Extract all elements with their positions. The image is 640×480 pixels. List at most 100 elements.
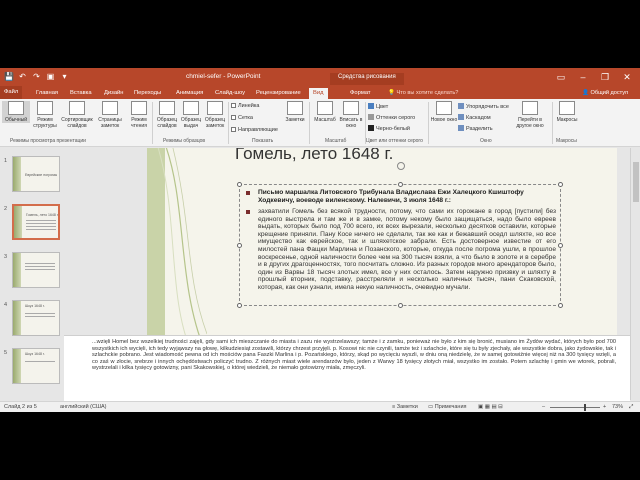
minimize-button[interactable]: – [572,68,594,86]
view-reading-button[interactable]: Режим чтения [125,101,153,129]
tell-me-search[interactable]: 💡 Что вы хотите сделать? [388,88,458,99]
tab-home[interactable]: Главная [36,88,58,99]
thumb-title: Шкуз 1648 г. [25,352,45,356]
slide-thumbnail-2[interactable]: Гомель, лето 1648 г. [12,204,60,240]
resize-handle[interactable] [398,182,403,187]
redo-icon[interactable]: ↷ [32,72,41,81]
undo-icon[interactable]: ↶ [18,72,27,81]
guides-checkbox[interactable]: Направляющие [231,127,278,133]
ruler-checkbox[interactable]: Линейка [231,103,259,109]
switch-windows-button[interactable]: Перейти в другое окно [510,101,550,129]
view-normal-button[interactable]: Обычный [2,101,30,123]
start-slideshow-icon[interactable]: ▣ [46,72,55,81]
slide-heading-text[interactable]: Письмо маршалка Литовского Трибунала Вла… [258,189,554,205]
notes-page-icon [102,101,118,115]
guides-label: Направляющие [238,127,278,133]
slide-thumbnail-5[interactable]: Шкуз 1648 г. [12,348,60,384]
slide-thumbnail-4[interactable]: Шкуз 1648 г. [12,300,60,336]
resize-handle[interactable] [558,182,563,187]
current-slide[interactable]: Гомель, лето 1648 г. Письмо маршалка Лит… [147,148,617,351]
tab-animations[interactable]: Анимация [176,88,203,99]
thumb-decoration [13,157,21,191]
fit-to-window-button[interactable]: Вписать в окно [337,101,365,129]
split-button[interactable]: Разделить [458,125,493,132]
zoom-slider[interactable] [550,404,600,411]
resize-handle[interactable] [558,303,563,308]
thumb-text-line [25,263,55,264]
resize-handle[interactable] [237,243,242,248]
tab-slideshow[interactable]: Слайд-шоу [215,88,245,99]
tab-view[interactable]: Вид [309,88,328,99]
black-white-button[interactable]: Черно-белый [368,125,410,132]
resize-handle[interactable] [558,243,563,248]
macros-button[interactable]: Макросы [553,101,581,123]
bullet-icon [246,210,250,214]
notes-master-button[interactable]: Образец заметок [201,101,229,129]
save-icon[interactable]: 💾 [4,72,14,81]
view-reading-label: Режим чтения [131,117,147,129]
arrange-all-label: Упорядочить все [466,104,509,110]
scrollbar-thumb[interactable] [633,162,639,202]
close-button[interactable]: ✕ [616,68,638,86]
vertical-scrollbar[interactable] [630,148,640,400]
zoom-icon [317,101,333,115]
gridlines-label: Сетка [238,115,253,121]
zoom-slider-knob[interactable] [584,404,586,411]
ribbon-display-options-icon[interactable]: ▭ [550,68,572,86]
switch-windows-label: Перейти в другое окно [516,117,544,129]
view-notes-page-button[interactable]: Страницы заметок [96,101,124,129]
arrange-all-button[interactable]: Упорядочить все [458,103,509,110]
text-placeholder[interactable]: Письмо маршалка Литовского Трибунала Вла… [237,182,563,308]
resize-handle[interactable] [398,303,403,308]
ruler-label: Линейка [238,103,260,109]
slide-title[interactable]: Гомель, лето 1648 г. [235,148,393,164]
share-button[interactable]: 👤 Общий доступ [582,88,628,99]
status-comments-button[interactable]: ▭ Примечания [428,404,467,410]
grayscale-button[interactable]: Оттенки серого [368,114,415,121]
tab-file[interactable]: Файл [0,86,23,99]
zoom-button[interactable]: Масштаб [311,101,339,123]
view-outline-label: Режим структуры [33,117,57,129]
thumb-decoration [13,301,21,335]
notes-master-icon [207,101,223,115]
resize-handle[interactable] [237,303,242,308]
zoom-level[interactable]: 73% [612,404,623,410]
view-switch-icons[interactable]: ▣ ▦ ▤ ⊟ [478,404,503,410]
fit-slide-icon[interactable]: ⤢ [629,404,633,411]
group-label-show: Показать [252,138,274,144]
resize-handle[interactable] [237,182,242,187]
tab-insert[interactable]: Вставка [70,88,92,99]
macros-label: Макросы [556,117,578,123]
slide-sorter-icon [69,101,85,115]
color-label: Цвет [376,104,389,110]
gridlines-checkbox[interactable]: Сетка [231,115,253,121]
thumb-number: 3 [4,254,8,260]
tab-transitions[interactable]: Переходы [134,88,161,99]
view-sorter-button[interactable]: Сортировщик слайдов [60,101,94,129]
arrange-all-icon [458,103,464,109]
status-notes-button[interactable]: ≡ Заметки [392,404,418,410]
new-window-button[interactable]: Новое окно [430,101,458,123]
slide-counter: Слайд 2 из 5 [4,404,37,410]
color-button[interactable]: Цвет [368,103,388,110]
customize-qat-icon[interactable]: ▾ [60,72,69,81]
zoom-in-icon[interactable]: + [603,404,606,410]
view-outline-button[interactable]: Режим структуры [31,101,59,129]
zoom-out-icon[interactable]: – [542,404,545,410]
slide-thumbnail-1[interactable]: Еврейские погромы [12,156,60,192]
cascade-button[interactable]: Каскадом [458,114,491,121]
outline-view-icon [37,101,53,115]
slide-thumbnail-3[interactable] [12,252,60,288]
status-comments-label: Примечания [434,404,467,410]
ribbon-tabs: Файл Главная Вставка Дизайн Переходы Ани… [0,86,640,99]
language-indicator[interactable]: английский (США) [60,404,107,410]
rotate-handle-icon[interactable] [397,162,405,170]
notes-pane[interactable]: ...wzięli Homel bez wszelkiej trudności … [64,335,630,402]
tab-format[interactable]: Формат [350,88,371,99]
tab-design[interactable]: Дизайн [104,88,124,99]
tab-review[interactable]: Рецензирование [256,88,301,99]
restore-button[interactable]: ❐ [594,68,616,86]
slide-body-text[interactable]: захватили Гомель без всякой трудности, п… [258,208,556,292]
notes-text[interactable]: ...wzięli Homel bez wszelkiej trudności … [92,339,616,372]
notes-toggle-button[interactable]: Заметки [281,101,309,123]
